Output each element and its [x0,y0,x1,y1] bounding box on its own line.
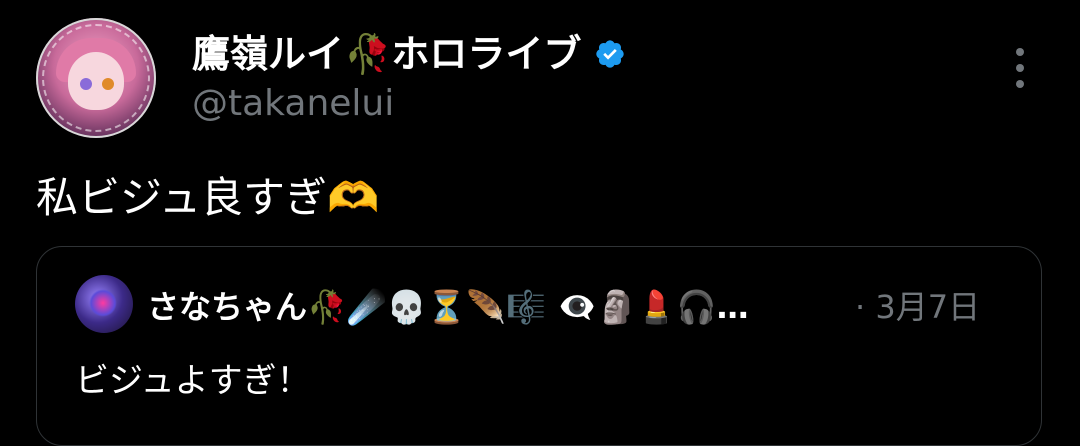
more-dot [1016,80,1024,88]
author-avatar[interactable] [36,18,156,138]
quoted-author-avatar[interactable] [75,275,133,333]
verified-badge-icon[interactable] [594,38,626,70]
quoted-post-date[interactable]: · 3月7日 [855,285,980,329]
avatar-ring [42,24,150,132]
author-display-name[interactable]: 鷹嶺ルイ🥀ホロライブ [192,30,581,78]
more-options-icon[interactable] [1006,46,1034,90]
more-dot [1016,48,1024,56]
author-handle[interactable]: @takanelui [192,82,394,126]
quoted-post-card[interactable]: さなちゃん🥀☄️💀⏳🪶🎼 👁️‍🗨️🗿💄🎧… · 3月7日 ビジュよすぎ！ [36,246,1042,446]
quoted-author-display-name[interactable]: さなちゃん🥀☄️💀⏳🪶🎼 👁️‍🗨️🗿💄🎧… [147,285,847,329]
quoted-post-text: ビジュよすぎ！ [75,361,311,401]
more-dot [1016,64,1024,72]
post-text: 私ビジュ良すぎ🫶 [36,173,380,222]
